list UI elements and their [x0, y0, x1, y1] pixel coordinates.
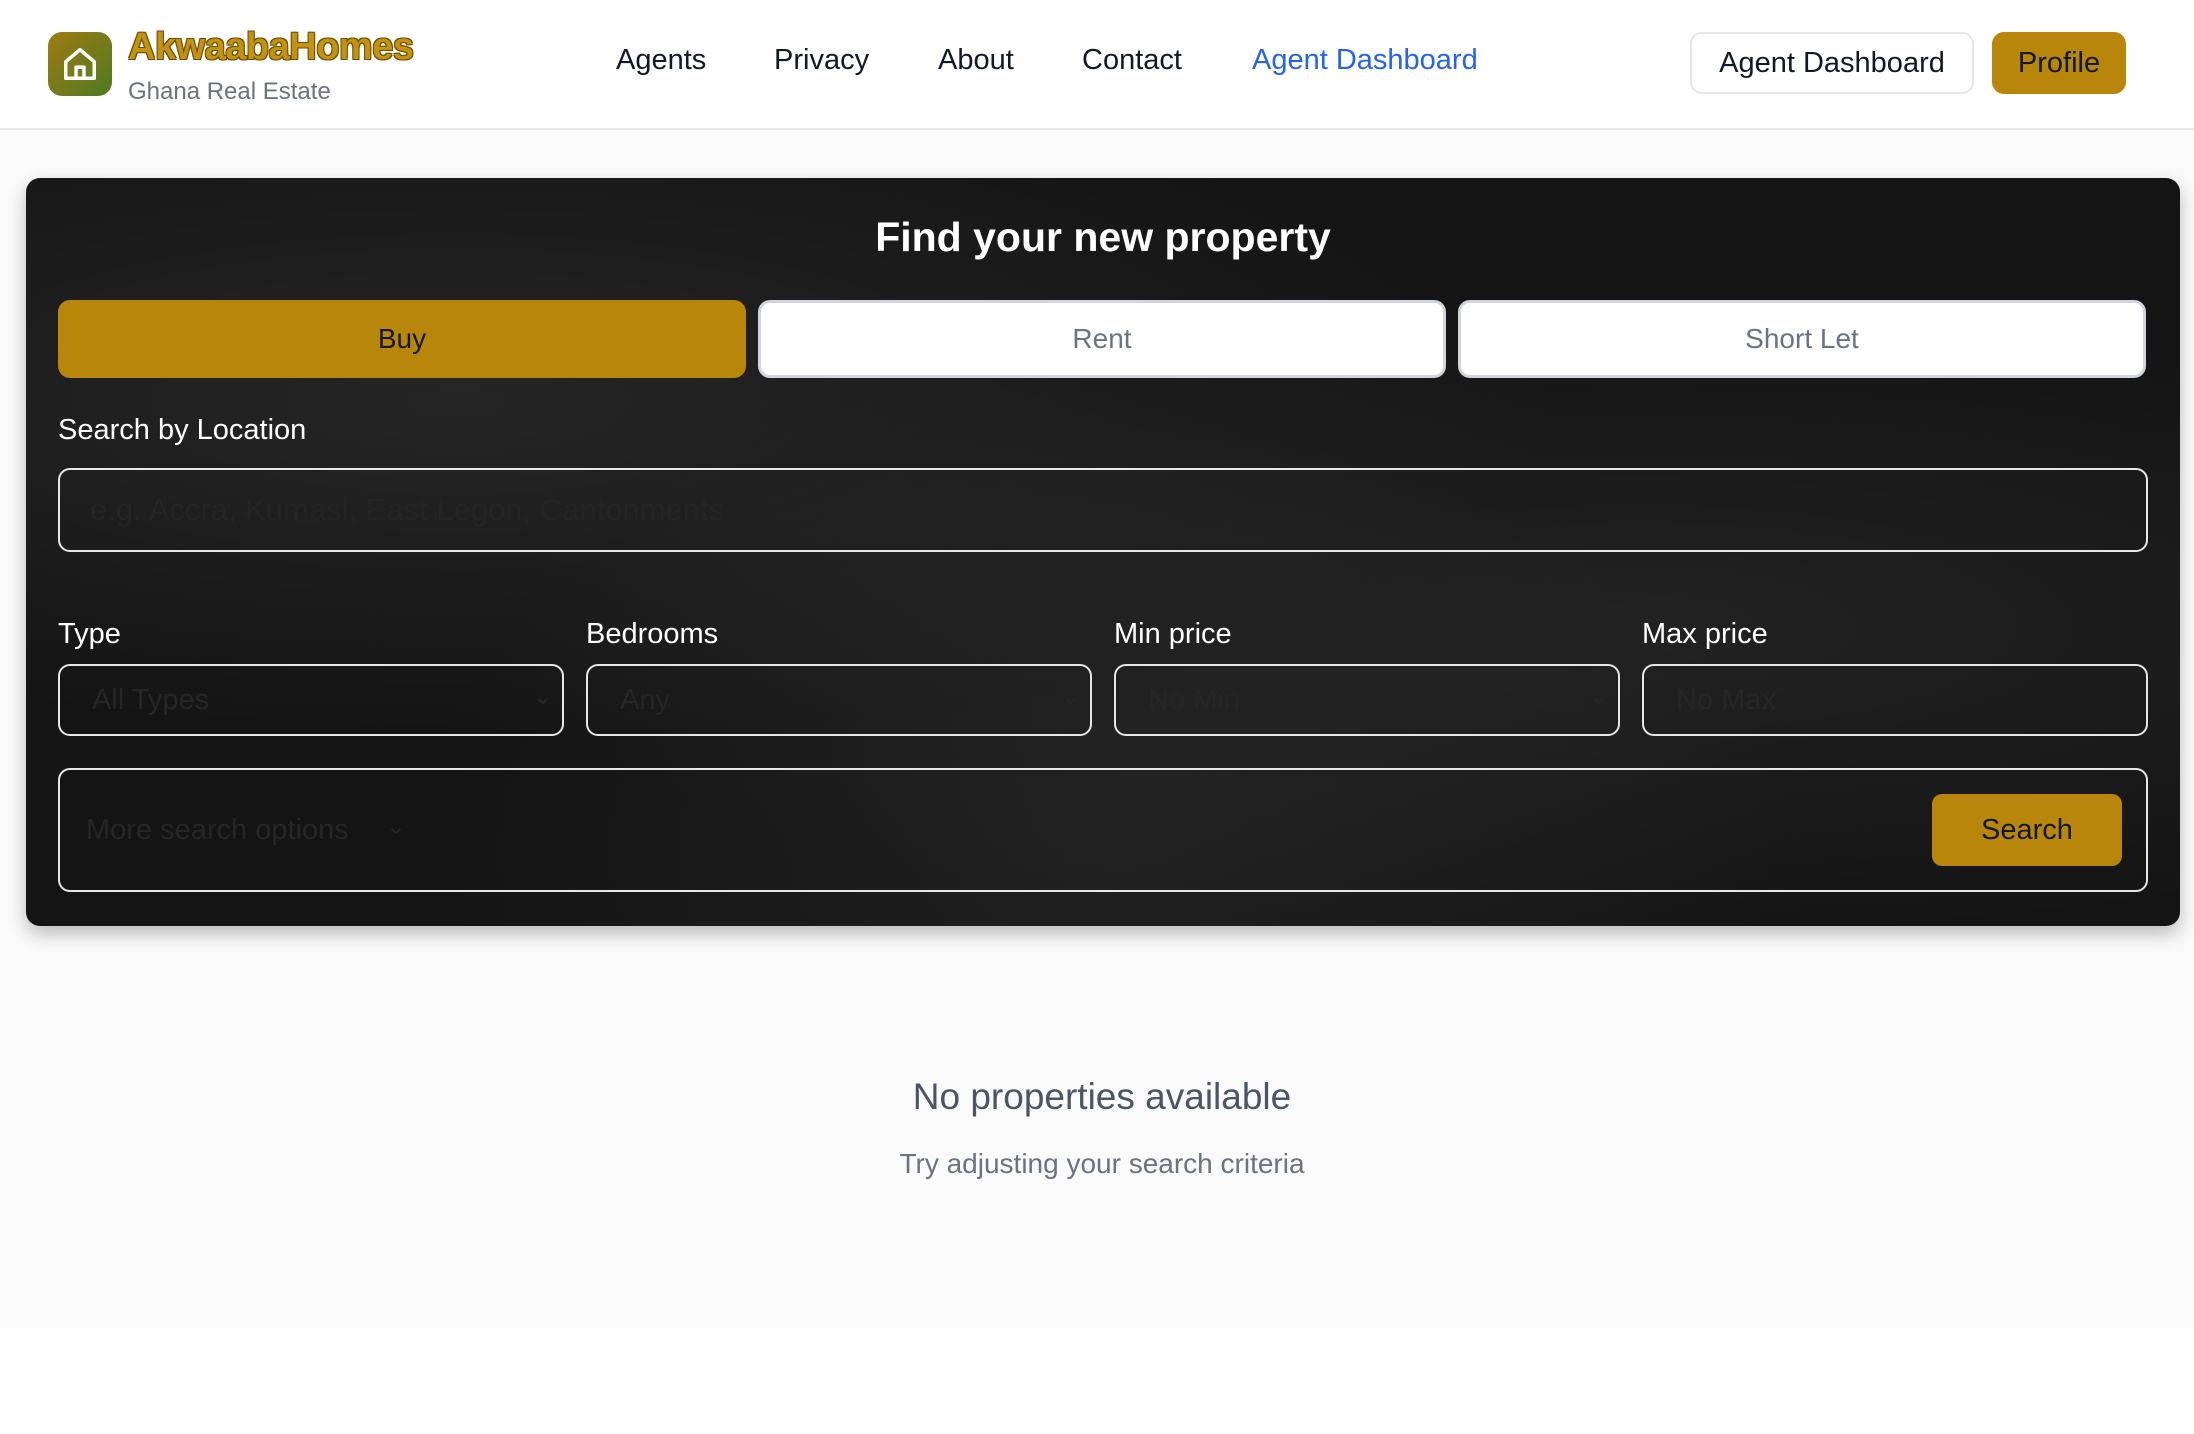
nav-contact[interactable]: Contact	[1082, 44, 1182, 77]
agent-dashboard-button[interactable]: Agent Dashboard	[1690, 32, 1974, 94]
max-price-select[interactable]: No Max	[1642, 664, 2148, 736]
empty-results-subtitle: Try adjusting your search criteria	[899, 1148, 1305, 1179]
home-icon[interactable]	[48, 32, 112, 96]
search-panel-title: Find your new property	[875, 214, 1331, 260]
chevron-down-icon: ⌄	[386, 813, 407, 840]
max-price-select-value: No Max	[1676, 684, 1776, 716]
profile-button[interactable]: Profile	[1992, 32, 2126, 94]
bedrooms-select[interactable]: Any ⌄	[586, 664, 1092, 736]
more-options-bar: More search options ⌄ Search	[58, 768, 2148, 892]
bedrooms-select-value: Any	[620, 684, 670, 716]
min-price-label: Min price	[1114, 618, 1232, 650]
search-button[interactable]: Search	[1932, 794, 2122, 866]
bedrooms-label: Bedrooms	[586, 618, 719, 650]
location-search-input[interactable]	[58, 468, 2148, 552]
nav-agents[interactable]: Agents	[616, 44, 706, 77]
location-label: Search by Location	[58, 414, 307, 446]
search-panel: Find your new property Buy Rent Short Le…	[26, 178, 2180, 926]
top-navbar: AkwaabaHomes Ghana Real Estate Agents Pr…	[0, 0, 2194, 130]
nav-about[interactable]: About	[938, 44, 1014, 77]
min-price-select-value: No Min	[1148, 684, 1240, 716]
brand-tagline: Ghana Real Estate	[128, 78, 331, 105]
more-search-options-toggle[interactable]: More search options	[86, 814, 349, 847]
tab-rent[interactable]: Rent	[758, 300, 1446, 378]
nav-agent-dashboard[interactable]: Agent Dashboard	[1252, 44, 1478, 77]
type-select-value: All Types	[92, 684, 210, 716]
max-price-label: Max price	[1642, 618, 1768, 650]
chevron-down-icon: ⌄	[533, 684, 552, 709]
min-price-select[interactable]: No Min ⌄	[1114, 664, 1620, 736]
chevron-down-icon: ⌄	[1589, 684, 1608, 709]
nav-privacy[interactable]: Privacy	[774, 44, 869, 77]
tab-buy[interactable]: Buy	[58, 300, 746, 378]
type-label: Type	[58, 618, 121, 650]
empty-results-title: No properties available	[912, 1076, 1292, 1117]
tab-short-let[interactable]: Short Let	[1458, 300, 2146, 378]
type-select[interactable]: All Types ⌄	[58, 664, 564, 736]
brand-name[interactable]: AkwaabaHomes	[128, 26, 414, 69]
chevron-down-icon: ⌄	[1061, 684, 1080, 709]
